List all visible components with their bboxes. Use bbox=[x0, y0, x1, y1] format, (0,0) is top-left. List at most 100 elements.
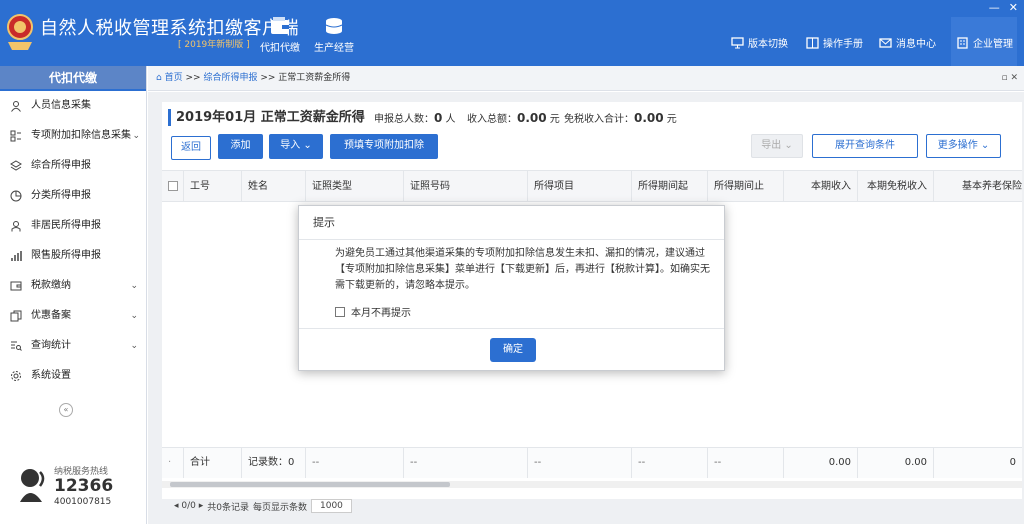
mail-icon bbox=[879, 37, 892, 48]
column-header[interactable]: 证照号码 bbox=[404, 171, 528, 202]
sidebar-item-preferential-filing[interactable]: 优惠备案 ⌄ bbox=[0, 301, 146, 331]
pie-icon bbox=[10, 190, 22, 202]
chevron-down-icon: ⌄ bbox=[784, 140, 793, 151]
tip-dialog: 提示 为避免员工通过其他渠道采集的专项附加扣除信息发生未扣、漏扣的情况，建议通过… bbox=[298, 205, 725, 371]
sidebar-item-label: 非居民所得申报 bbox=[31, 220, 101, 231]
chevron-down-icon: ⌄ bbox=[130, 281, 138, 291]
per-page-input[interactable]: 1000 bbox=[311, 499, 352, 513]
breadcrumb-separator: >> bbox=[260, 73, 276, 83]
prefill-deduction-button[interactable]: 预填专项附加扣除 bbox=[330, 134, 438, 159]
footer-cell: -- bbox=[632, 448, 708, 478]
breadcrumb-level1[interactable]: 综合所得申报 bbox=[203, 73, 257, 83]
import-button[interactable]: 导入 ⌄ bbox=[269, 134, 323, 159]
menu-version-switch[interactable]: 版本切换 bbox=[731, 35, 788, 50]
footer-dot: · bbox=[162, 448, 184, 478]
footer-cell: -- bbox=[404, 448, 528, 478]
footer-cell: -- bbox=[306, 448, 404, 478]
stat-tax-free: 免税收入合计：0.00 元 bbox=[564, 110, 677, 128]
page-title: 2019年01月 正常工资薪金所得 bbox=[168, 109, 365, 126]
per-page-label: 每页显示条数 bbox=[252, 502, 307, 513]
sidebar-collapse-button[interactable]: « bbox=[59, 403, 73, 417]
list-icon bbox=[10, 130, 21, 142]
breadcrumb-current: 正常工资薪金所得 bbox=[278, 73, 351, 83]
wallet-icon bbox=[10, 281, 22, 291]
copy-icon bbox=[10, 310, 22, 322]
stat-label: 收入总额： bbox=[467, 114, 517, 125]
tax-emblem-icon bbox=[7, 14, 33, 50]
sidebar-item-label: 优惠备案 bbox=[31, 310, 71, 321]
breadcrumb: ⌂ 首页 >> 综合所得申报 >> 正常工资薪金所得 ▫ ✕ bbox=[148, 66, 1024, 91]
stat-value: 0.00 bbox=[634, 111, 664, 125]
column-header[interactable]: 所得项目 bbox=[528, 171, 632, 202]
column-header[interactable]: 姓名 bbox=[242, 171, 306, 202]
gear-icon bbox=[11, 371, 21, 381]
column-header[interactable]: 所得期间起 bbox=[632, 171, 708, 202]
sidebar-item-nonresident[interactable]: 非居民所得申报 bbox=[0, 211, 146, 241]
dont-remind-option[interactable]: 本月不再提示 bbox=[335, 304, 411, 319]
column-header[interactable]: 基本养老保险 bbox=[934, 171, 1022, 202]
sidebar-item-label: 人员信息采集 bbox=[31, 100, 91, 111]
sidebar-item-system-settings[interactable]: 系统设置 bbox=[0, 361, 146, 391]
chevron-down-icon: ⌄ bbox=[980, 140, 990, 151]
stat-value: 0 bbox=[434, 111, 443, 125]
page-nav[interactable]: ◂ 0/0 ▸ bbox=[174, 501, 203, 511]
menu-enterprise-box[interactable]: 企业管理 bbox=[951, 17, 1017, 66]
sidebar-item-person-info[interactable]: 人员信息采集 bbox=[0, 91, 146, 121]
tab-controls[interactable]: ▫ ✕ bbox=[1001, 66, 1018, 91]
sidebar-item-restricted-shares[interactable]: 限售股所得申报 bbox=[0, 241, 146, 271]
breadcrumb-home[interactable]: 首页 bbox=[165, 73, 183, 83]
hotline-logo-icon bbox=[20, 469, 45, 502]
dont-remind-checkbox[interactable] bbox=[335, 306, 345, 317]
back-button[interactable]: 返回 bbox=[171, 136, 211, 160]
select-all-checkbox[interactable] bbox=[168, 181, 178, 191]
module-withholding[interactable]: 代扣代缴 bbox=[252, 0, 308, 66]
sidebar: 代扣代缴 人员信息采集 专项附加扣除信息采集 ⌄ 综合所得申报 分类所得申报 非… bbox=[0, 66, 147, 524]
sidebar-item-label: 限售股所得申报 bbox=[31, 250, 101, 261]
column-header[interactable]: 本期免税收入 bbox=[858, 171, 934, 202]
book-icon bbox=[806, 36, 819, 49]
sidebar-item-query-stats[interactable]: 查询统计 ⌄ bbox=[0, 331, 146, 361]
menu-message-center[interactable]: 消息中心 bbox=[879, 35, 936, 50]
footer-income: 0.00 bbox=[784, 448, 858, 478]
add-button[interactable]: 添加 bbox=[218, 134, 263, 159]
stat-unit: 元 bbox=[549, 114, 560, 125]
dont-remind-label: 本月不再提示 bbox=[351, 308, 411, 319]
sidebar-item-tax-payment[interactable]: 税款缴纳 ⌄ bbox=[0, 271, 146, 301]
column-header[interactable]: 本期收入 bbox=[784, 171, 858, 202]
close-button[interactable]: ✕ bbox=[1009, 2, 1018, 13]
app-header: 自然人税收管理系统扣缴客户端 [ 2019年新制版 ] 代扣代缴 生产经营 — … bbox=[0, 0, 1024, 66]
expand-query-button[interactable]: 展开查询条件 bbox=[812, 134, 918, 158]
sidebar-item-classified-income[interactable]: 分类所得申报 bbox=[0, 181, 146, 211]
window-controls: — ✕ bbox=[989, 2, 1018, 13]
column-header[interactable]: 所得期间止 bbox=[708, 171, 784, 202]
sidebar-item-label: 分类所得申报 bbox=[31, 190, 91, 201]
more-actions-button[interactable]: 更多操作 ⌄ bbox=[926, 134, 1001, 158]
building-icon bbox=[957, 36, 968, 49]
sidebar-item-label: 系统设置 bbox=[31, 370, 71, 381]
menu-enterprise[interactable]: 企业管理 bbox=[956, 35, 1013, 50]
scrollbar-thumb[interactable] bbox=[170, 482, 450, 487]
menu-label: 操作手册 bbox=[823, 39, 863, 50]
export-button[interactable]: 导出 ⌄ bbox=[751, 134, 803, 158]
horizontal-scrollbar[interactable] bbox=[162, 481, 1022, 488]
sidebar-item-special-deduction[interactable]: 专项附加扣除信息采集 ⌄ bbox=[0, 121, 146, 151]
chevron-down-icon: ⌄ bbox=[132, 131, 140, 141]
sidebar-item-label: 专项附加扣除信息采集 bbox=[31, 130, 131, 141]
dialog-divider bbox=[299, 328, 724, 329]
layers-icon bbox=[10, 160, 22, 171]
pagination: ◂ 0/0 ▸ 共0条记录 每页显示条数 1000 bbox=[174, 499, 352, 513]
minimize-button[interactable]: — bbox=[989, 2, 1000, 13]
menu-manual[interactable]: 操作手册 bbox=[806, 35, 863, 50]
sidebar-item-comprehensive-income[interactable]: 综合所得申报 bbox=[0, 151, 146, 181]
module-business[interactable]: 生产经营 bbox=[306, 0, 362, 66]
bar-icon bbox=[11, 251, 22, 261]
column-header[interactable]: 工号 bbox=[184, 171, 242, 202]
column-header[interactable]: 证照类型 bbox=[306, 171, 404, 202]
person-icon bbox=[11, 101, 21, 112]
export-label: 导出 bbox=[761, 140, 782, 151]
hotline-phone: 4001007815 bbox=[54, 497, 112, 507]
chevron-down-icon: ⌄ bbox=[130, 341, 138, 351]
confirm-button[interactable]: 确定 bbox=[490, 338, 536, 362]
table-footer: · 合计 记录数：0 -- -- -- -- -- 0.00 0.00 0 bbox=[162, 447, 1022, 478]
sidebar-header: 代扣代缴 bbox=[0, 66, 146, 91]
